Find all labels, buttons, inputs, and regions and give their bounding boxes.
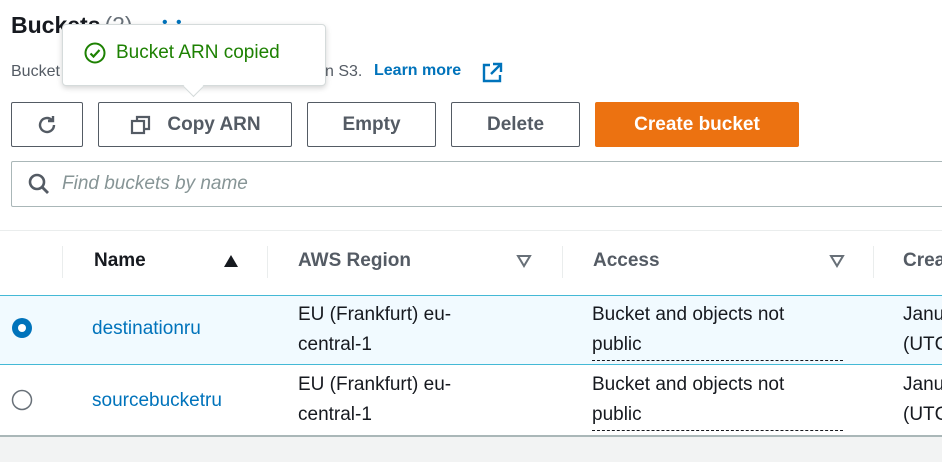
created-line-1: Janu: [903, 304, 942, 325]
refresh-icon: [38, 115, 56, 133]
table-divider: [0, 230, 942, 231]
empty-button[interactable]: Empty: [307, 102, 436, 147]
sort-descending-icon[interactable]: [516, 254, 532, 268]
sort-ascending-icon[interactable]: [223, 254, 239, 268]
created-cell: Janu (UTC: [903, 300, 942, 360]
column-divider: [873, 246, 874, 278]
description-start: Bucket: [11, 63, 60, 80]
access-line-2[interactable]: public: [592, 400, 843, 431]
radio-unselected-icon[interactable]: [11, 389, 33, 411]
delete-button[interactable]: Delete: [451, 102, 580, 147]
column-divider: [267, 246, 268, 278]
search-icon: [28, 173, 49, 194]
access-line-2[interactable]: public: [592, 330, 843, 361]
bucket-name-link[interactable]: destinationru: [92, 318, 201, 340]
column-divider: [562, 246, 563, 278]
access-cell: Bucket and objects not public: [592, 370, 843, 431]
success-check-icon: [84, 42, 106, 64]
created-cell: Janu (UTC: [903, 370, 942, 430]
region-line-2: central-1: [298, 404, 372, 425]
created-line-2: (UTC: [903, 404, 942, 425]
search-input[interactable]: [62, 166, 662, 202]
region-line-1: EU (Frankfurt) eu-: [298, 304, 452, 325]
radio-selected-icon[interactable]: [11, 317, 33, 339]
region-line-2: central-1: [298, 334, 372, 355]
column-header-name[interactable]: Name: [94, 250, 146, 272]
tooltip-message: Bucket ARN copied: [116, 42, 280, 63]
copy-icon: [131, 115, 151, 134]
learn-more-link[interactable]: Learn more: [374, 62, 461, 80]
copy-arn-label: Copy ARN: [167, 113, 261, 135]
access-line-1: Bucket and objects not: [592, 304, 785, 325]
created-line-2: (UTC: [903, 334, 942, 355]
column-header-created[interactable]: Crea: [903, 250, 942, 272]
copy-arn-button[interactable]: Copy ARN: [98, 102, 292, 147]
region-line-1: EU (Frankfurt) eu-: [298, 374, 452, 395]
column-header-region[interactable]: AWS Region: [298, 250, 411, 272]
region-cell: EU (Frankfurt) eu-central-1: [298, 300, 451, 360]
create-bucket-button[interactable]: Create bucket: [595, 102, 799, 147]
column-divider: [62, 246, 63, 278]
tooltip-content: Bucket ARN copied: [84, 42, 280, 64]
column-header-access[interactable]: Access: [593, 250, 660, 272]
refresh-button[interactable]: [11, 102, 83, 147]
sort-descending-icon[interactable]: [829, 254, 845, 268]
external-link-icon[interactable]: [480, 61, 504, 85]
created-line-1: Janu: [903, 374, 942, 395]
access-cell: Bucket and objects not public: [592, 300, 843, 361]
footer-area: [0, 437, 942, 462]
region-cell: EU (Frankfurt) eu-central-1: [298, 370, 451, 430]
bucket-name-link[interactable]: sourcebucketru: [92, 390, 222, 412]
description-end: n S3.: [325, 63, 363, 80]
access-line-1: Bucket and objects not: [592, 374, 785, 395]
